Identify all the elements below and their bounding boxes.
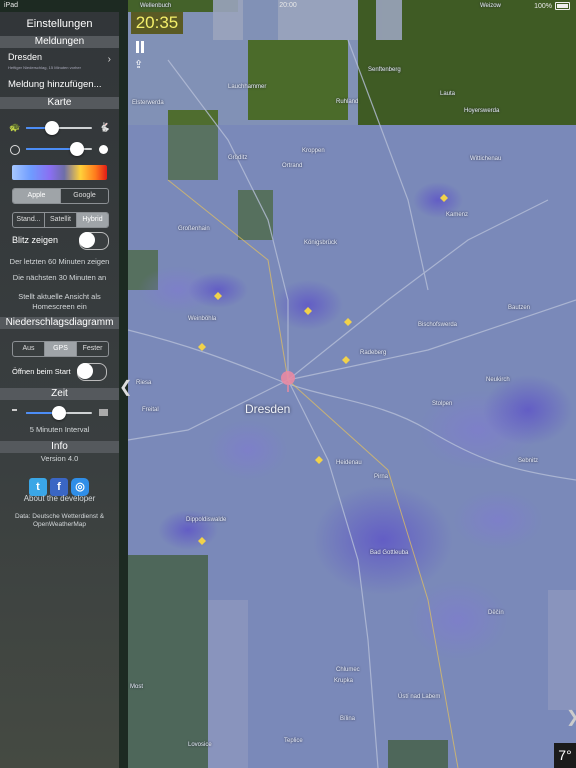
sidebar-title: Einstellungen [26,18,93,30]
data-credit-line-2: OpenWeatherMap [33,521,86,528]
short-interval-icon [12,409,17,411]
place-label: Freital [142,407,159,413]
segment-google[interactable]: Google [61,189,108,203]
place-label: Sebnitz [518,458,539,464]
place-label: Neukirch [486,377,510,383]
future-minutes-button[interactable]: Die nächsten 30 Minuten an [0,273,119,283]
status-bar: iPad 20:00 100% [0,0,576,12]
rabbit-icon: 🐇 [99,122,111,132]
place-label: Weinböhla [188,316,217,322]
battery-percent: 100% [534,2,552,10]
map-type-segmented-control[interactable]: Stand... Satellit Hybrid [12,212,109,228]
place-label: Riesa [136,380,152,386]
radar-time-display: 20:35 [131,12,183,34]
radar-map[interactable]: Wellenbuch Weizow Senftenberg Lauchhamme… [128,0,576,768]
version-label: Version 4.0 [40,454,79,463]
place-label: Großenhain [178,226,210,232]
homescreen-line-2: Homescreen ein [32,302,87,311]
precip-diagram-segmented-control[interactable]: Aus GPS Fester [12,341,109,357]
homescreen-line-1: Stellt aktuelle Ansicht als [18,292,101,301]
place-label: Bischofswerda [418,322,458,328]
data-credit-line-1: Data: Deutsche Wetterdienst & [14,513,105,520]
long-interval-icon [99,409,108,416]
section-header-zeit: Zeit [0,388,119,400]
section-header-niederschlag: Niederschlagsdiagramm [0,317,119,329]
city-label: Dresden [245,402,291,416]
place-label: Elsterwerda [132,100,164,106]
map-canvas [128,0,576,768]
place-label: Gröditz [228,155,248,161]
battery-icon [555,2,570,10]
pause-icon[interactable] [134,41,146,55]
place-label: Ústí nad Labem [398,694,441,700]
share-icon[interactable]: ⇪ [134,58,146,72]
precipitation-color-scale [12,165,107,180]
place-label: Wittichenau [470,156,502,162]
animation-speed-slider[interactable] [26,121,92,135]
opaque-icon [99,145,108,154]
place-label: Krupka [334,678,354,684]
place-label: Kroppen [302,148,325,154]
temperature-badge: 7° [554,743,576,768]
section-header-meldungen: Meldungen [0,36,119,48]
place-label: Bad Gottleuba [370,550,409,556]
place-label: Stolpen [432,401,453,407]
place-label: Königsbrück [304,240,338,246]
chevron-right-icon[interactable]: ❯ [566,707,576,727]
place-label: Děčín [488,610,504,616]
place-label: Dippoldiswalde [186,517,227,523]
alert-description: Heftiger Niederschlag, 15 Minuten vorher [8,65,81,70]
place-label: Bautzen [508,305,531,311]
segment-aus[interactable]: Aus [13,342,45,356]
segment-fester[interactable]: Fester [77,342,108,356]
place-label: Teplice [284,738,303,744]
chevron-right-icon: › [107,54,111,65]
place-label: Ruhland [336,99,359,105]
time-interval-slider[interactable] [26,406,92,420]
segment-gps[interactable]: GPS [45,342,77,356]
place-label: Radeberg [360,350,387,356]
place-label: Most [130,684,144,690]
chevron-left-icon[interactable]: ❮ [119,378,132,398]
lightning-label: Blitz zeigen [12,235,59,245]
past-minutes-button[interactable]: Der letzten 60 Minuten zeigen [0,257,119,267]
place-label: Lauta [440,91,456,97]
place-label: Heidenau [336,460,362,466]
place-label: Kamenz [446,212,469,218]
place-label: Senftenberg [368,67,401,73]
open-on-start-label: Öffnen beim Start [12,367,71,376]
segment-apple[interactable]: Apple [13,189,61,203]
segment-satellite[interactable]: Satellit [45,213,77,227]
place-label: Lauchhammer [228,84,267,90]
transparent-icon [10,145,20,155]
add-alert-button[interactable]: Meldung hinzufügen... [8,79,101,90]
set-homescreen-button[interactable]: Stellt aktuelle Ansicht als Homescreen e… [0,292,119,314]
place-label: Lovosice [188,742,212,748]
settings-sidebar: Einstellungen Meldungen Dresden Heftiger… [0,12,119,768]
interval-label: 5 Minuten Interval [29,425,90,434]
about-developer-link[interactable]: About the developer [0,494,119,504]
lightning-toggle[interactable] [79,232,109,250]
section-header-karte: Karte [0,97,119,109]
open-on-start-toggle[interactable] [77,363,107,381]
place-label: Bílina [340,716,356,722]
place-label: Hoyerswerda [464,108,500,114]
alert-location: Dresden [8,52,43,62]
place-label: Chlumec [336,667,360,673]
place-label: Pirna [374,474,389,480]
segment-standard[interactable]: Stand... [13,213,45,227]
turtle-icon: 🐢 [9,122,21,132]
section-header-info: Info [0,441,119,453]
battery-indicator: 100% [534,2,570,10]
segment-hybrid[interactable]: Hybrid [77,213,108,227]
alert-location-row[interactable]: Dresden Heftiger Niederschlag, 15 Minute… [0,49,119,73]
opacity-slider[interactable] [26,142,92,156]
place-label: Ortrand [282,163,303,169]
map-provider-segmented-control[interactable]: Apple Google [12,188,109,204]
status-time: 20:00 [279,2,297,9]
